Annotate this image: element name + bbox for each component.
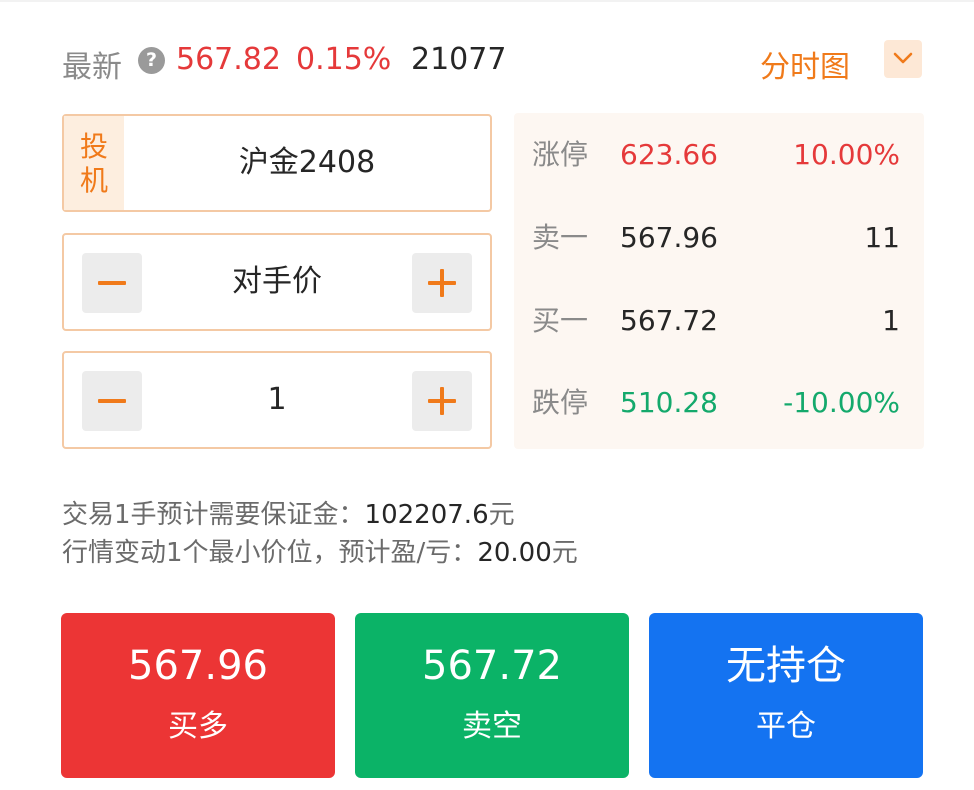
bid-1-row[interactable]: 买一 567.72 1 — [514, 301, 924, 341]
order-book-panel: 涨停 623.66 10.00% 卖一 567.96 11 买一 567.72 … — [514, 113, 924, 449]
close-label: 平仓 — [756, 709, 816, 744]
margin-label: 交易1手预计需要保证金： — [62, 500, 365, 530]
limit-down-label: 跌停 — [532, 386, 589, 419]
quantity-stepper: 1 — [62, 351, 492, 449]
bid-1-volume: 1 — [882, 304, 900, 337]
limit-up-percent: 10.00% — [793, 138, 900, 171]
price-increase-button[interactable] — [412, 253, 472, 313]
limit-up-label: 涨停 — [532, 138, 589, 171]
tick-pnl-label: 行情变动1个最小价位，预计盈/亏： — [62, 538, 478, 568]
minus-icon — [98, 399, 126, 403]
tick-pnl-value: 20.00 — [477, 538, 552, 568]
tick-pnl-unit: 元 — [551, 538, 578, 568]
tick-pnl-info: 行情变动1个最小价位，预计盈/亏：20.00元 — [62, 535, 578, 571]
chevron-down-icon — [893, 52, 913, 64]
ask-1-label: 卖一 — [532, 221, 589, 254]
sell-label: 卖空 — [462, 709, 522, 744]
margin-value: 102207.6 — [364, 500, 489, 530]
ask-1-price: 567.96 — [620, 221, 718, 254]
contract-name[interactable]: 沪金2408 — [124, 116, 490, 210]
sell-short-button[interactable]: 567.72 卖空 — [355, 613, 629, 778]
hedge-type-char-2: 机 — [79, 164, 108, 197]
margin-info: 交易1手预计需要保证金：102207.6元 — [62, 497, 515, 533]
close-position-button[interactable]: 无持仓 平仓 — [649, 613, 923, 778]
ask-1-volume: 11 — [864, 221, 900, 254]
limit-down-price: 510.28 — [620, 386, 718, 419]
quote-header: 最新 ? 567.82 0.15% 21077 分时图 — [62, 36, 924, 88]
top-divider — [0, 0, 974, 2]
latest-label: 最新 — [62, 50, 122, 85]
price-type-value[interactable]: 对手价 — [144, 235, 410, 329]
limit-down-percent: -10.00% — [783, 386, 900, 419]
buy-long-button[interactable]: 567.96 买多 — [61, 613, 335, 778]
quantity-value[interactable]: 1 — [144, 353, 410, 447]
position-status: 无持仓 — [726, 643, 846, 689]
quantity-decrease-button[interactable] — [82, 371, 142, 431]
price-decrease-button[interactable] — [82, 253, 142, 313]
chart-mode-dropdown[interactable] — [884, 40, 922, 78]
quantity-increase-button[interactable] — [412, 371, 472, 431]
contract-selector[interactable]: 投 机 沪金2408 — [62, 114, 492, 212]
bid-1-price: 567.72 — [620, 304, 718, 337]
bid-1-label: 买一 — [532, 304, 589, 337]
sell-price: 567.72 — [422, 643, 562, 689]
volume: 21077 — [411, 42, 507, 77]
buy-price: 567.96 — [128, 643, 268, 689]
limit-down-row[interactable]: 跌停 510.28 -10.00% — [514, 383, 924, 423]
hedge-type-char-1: 投 — [79, 130, 108, 163]
limit-up-row[interactable]: 涨停 623.66 10.00% — [514, 135, 924, 175]
limit-up-price: 623.66 — [620, 138, 718, 171]
price-stepper: 对手价 — [62, 233, 492, 331]
help-icon[interactable]: ? — [138, 47, 165, 74]
hedge-type-tag[interactable]: 投 机 — [64, 116, 124, 210]
last-price: 567.82 — [176, 42, 281, 77]
chart-mode-link[interactable]: 分时图 — [760, 42, 850, 86]
ask-1-row[interactable]: 卖一 567.96 11 — [514, 218, 924, 258]
plus-icon — [428, 269, 456, 297]
minus-icon — [98, 281, 126, 285]
plus-icon — [428, 387, 456, 415]
change-percent: 0.15% — [296, 42, 392, 77]
buy-label: 买多 — [168, 709, 228, 744]
margin-unit: 元 — [488, 500, 515, 530]
